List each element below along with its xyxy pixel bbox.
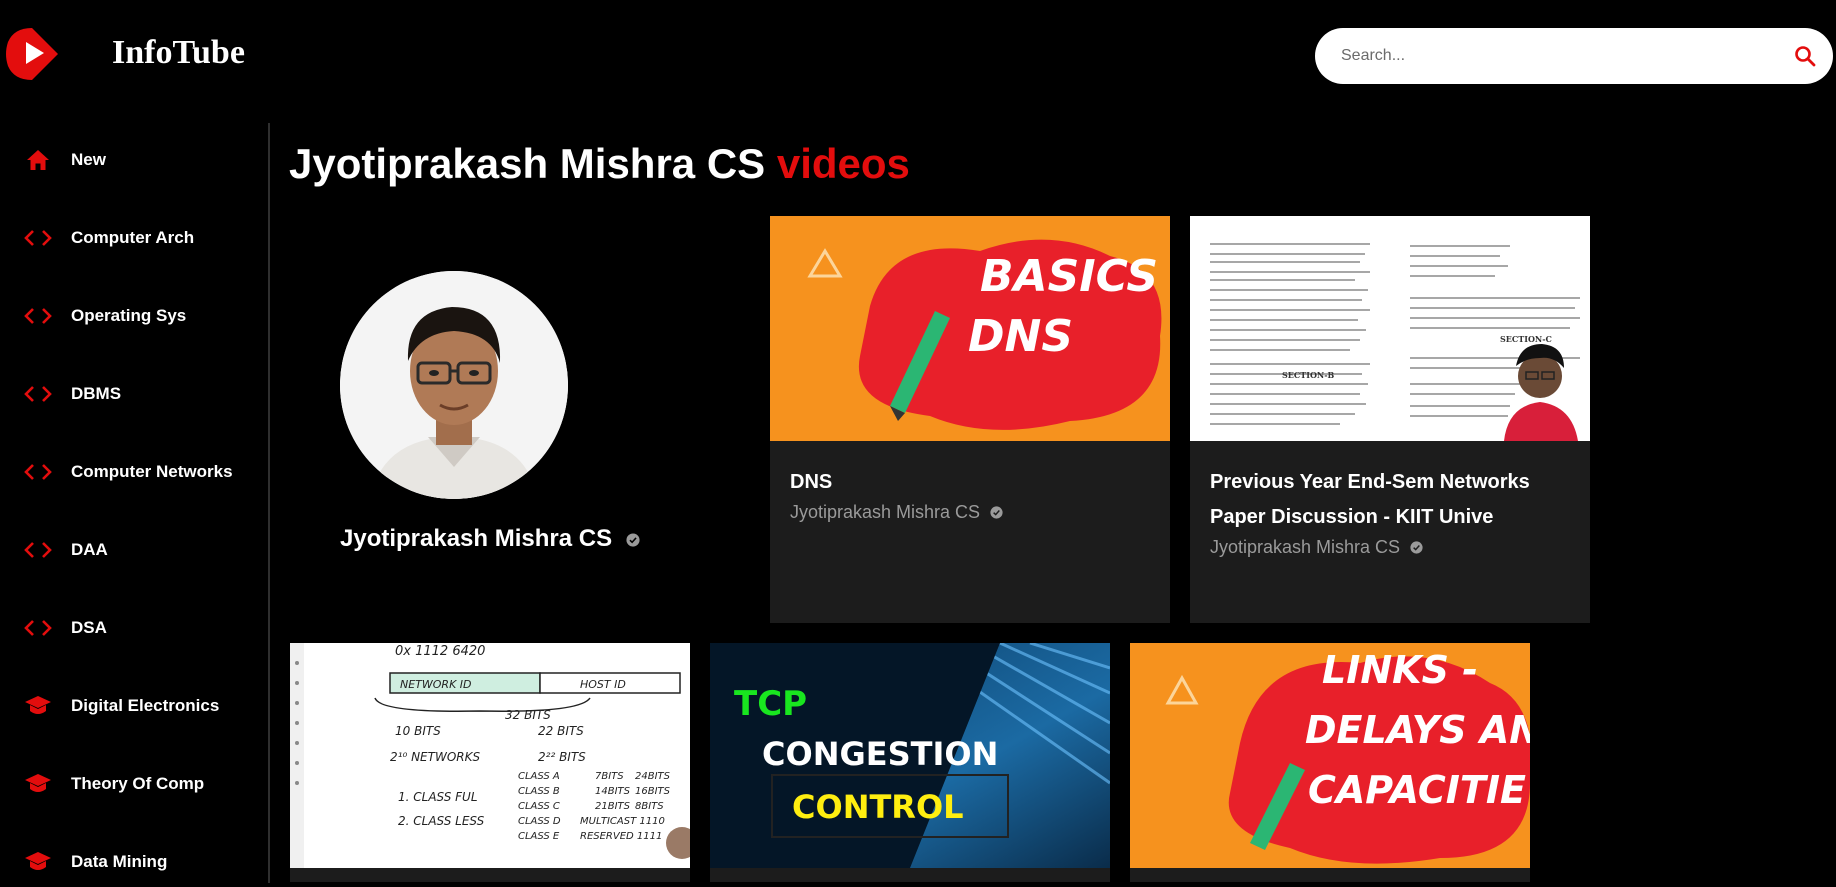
thumb-text: RESERVED 1111 bbox=[580, 831, 662, 842]
home-icon bbox=[24, 146, 52, 174]
sidebar-item-dbms[interactable]: DBMS bbox=[0, 369, 266, 419]
video-card[interactable]: SECTION-C SECTION-B Previous Year End-Se… bbox=[1190, 216, 1590, 623]
thumb-text: NETWORK ID bbox=[400, 678, 472, 691]
thumb-text: 22 BITS bbox=[538, 724, 584, 738]
video-thumbnail[interactable]: TCP CONGESTION CONTROL bbox=[710, 643, 1110, 868]
video-channel[interactable]: Jyotiprakash Mishra CS bbox=[790, 502, 1150, 523]
verified-icon bbox=[1410, 540, 1424, 555]
thumb-text: MULTICAST 1110 bbox=[580, 816, 665, 827]
video-title[interactable]: Previous Year End-Sem Networks Paper Dis… bbox=[1210, 465, 1570, 535]
video-thumbnail[interactable]: SECTION-C SECTION-B bbox=[1190, 216, 1590, 441]
channel-name[interactable]: Jyotiprakash Mishra CS bbox=[340, 525, 640, 553]
thumb-text: TCP bbox=[734, 684, 807, 724]
sidebar-item-new[interactable]: New bbox=[0, 135, 266, 185]
sidebar-item-digital-electronics[interactable]: Digital Electronics bbox=[0, 681, 266, 731]
video-channel-text: Jyotiprakash Mishra CS bbox=[790, 502, 981, 522]
thumb-text: DELAYS AN bbox=[1305, 708, 1530, 752]
sidebar: New Computer Arch Operating Sys DBMS Com… bbox=[0, 123, 270, 883]
thumb-text: CONTROL bbox=[792, 788, 964, 826]
sidebar-item-label: Theory Of Comp bbox=[71, 774, 205, 793]
channel-avatar[interactable] bbox=[340, 271, 568, 499]
brand-name[interactable]: InfoTube bbox=[112, 34, 245, 72]
thumb-text: CLASS A bbox=[518, 771, 560, 782]
sidebar-item-theory-of-comp[interactable]: Theory Of Comp bbox=[0, 759, 266, 809]
verified-icon bbox=[990, 505, 1004, 520]
video-channel-text: Jyotiprakash Mishra CS bbox=[1210, 537, 1401, 557]
thumb-text: SECTION-B bbox=[1282, 370, 1335, 380]
graduation-cap-icon bbox=[24, 770, 52, 798]
thumb-text: 32 BITS bbox=[505, 708, 551, 722]
sidebar-item-label: DBMS bbox=[71, 384, 122, 403]
thumb-text: 2. CLASS LESS bbox=[398, 814, 485, 828]
thumb-text: 1. CLASS FUL bbox=[398, 790, 478, 804]
thumb-text: DNS bbox=[968, 311, 1073, 362]
thumb-text: CLASS B bbox=[518, 786, 560, 797]
thumb-text: CAPACITIE bbox=[1308, 768, 1526, 812]
video-thumbnail[interactable]: 0x 1112 6420 NETWORK ID HOST ID 32 BITS … bbox=[290, 643, 690, 868]
graduation-cap-icon bbox=[24, 848, 52, 876]
thumb-text: CLASS C bbox=[518, 801, 560, 812]
thumb-text: 16BITS bbox=[635, 786, 671, 797]
video-thumbnail[interactable]: BASICS O DNS bbox=[770, 216, 1170, 441]
thumb-text: CLASS E bbox=[518, 831, 560, 842]
video-thumbnail[interactable]: LINKS - DELAYS AN CAPACITIE bbox=[1130, 643, 1530, 868]
code-icon bbox=[24, 458, 52, 486]
page-title-suffix: videos bbox=[776, 140, 910, 187]
thumb-text: 21BITS bbox=[595, 801, 631, 812]
thumb-text: LINKS - bbox=[1322, 648, 1478, 692]
thumb-text: CONGESTION bbox=[762, 735, 998, 773]
video-card[interactable]: 0x 1112 6420 NETWORK ID HOST ID 32 BITS … bbox=[290, 643, 690, 882]
sidebar-item-label: New bbox=[71, 150, 106, 169]
verified-icon bbox=[626, 532, 640, 547]
video-card[interactable]: BASICS O DNS DNS Jyotiprakash Mishra CS bbox=[770, 216, 1170, 623]
code-icon bbox=[24, 614, 52, 642]
video-channel[interactable]: Jyotiprakash Mishra CS bbox=[1210, 537, 1570, 558]
sidebar-item-label: Computer Networks bbox=[71, 462, 233, 481]
video-card[interactable]: TCP CONGESTION CONTROL bbox=[710, 643, 1110, 882]
search-bar bbox=[1315, 28, 1833, 84]
thumb-text: 10 BITS bbox=[395, 724, 441, 738]
thumb-text: SECTION-C bbox=[1500, 334, 1552, 344]
sidebar-item-computer-networks[interactable]: Computer Networks bbox=[0, 447, 266, 497]
sidebar-item-label: DSA bbox=[71, 618, 107, 637]
code-icon bbox=[24, 224, 52, 252]
thumb-text: 0x 1112 6420 bbox=[395, 644, 485, 659]
code-icon bbox=[24, 302, 52, 330]
thumb-text: CLASS D bbox=[518, 816, 561, 827]
thumb-text: 2¹⁰ NETWORKS bbox=[390, 750, 480, 764]
thumb-text: 8BITS bbox=[635, 801, 664, 812]
sidebar-item-operating-sys[interactable]: Operating Sys bbox=[0, 291, 266, 341]
sidebar-item-label: Digital Electronics bbox=[71, 696, 220, 715]
sidebar-item-daa[interactable]: DAA bbox=[0, 525, 266, 575]
thumb-text: BASICS O bbox=[980, 251, 1170, 302]
search-input[interactable] bbox=[1339, 46, 1791, 66]
sidebar-item-computer-arch[interactable]: Computer Arch bbox=[0, 213, 266, 263]
code-icon bbox=[24, 536, 52, 564]
channel-name-text: Jyotiprakash Mishra CS bbox=[340, 525, 613, 552]
video-card[interactable]: LINKS - DELAYS AN CAPACITIE bbox=[1130, 643, 1530, 882]
sidebar-item-label: Computer Arch bbox=[71, 228, 195, 247]
thumb-text: 2²² BITS bbox=[538, 750, 586, 764]
video-title[interactable]: DNS bbox=[790, 465, 1150, 500]
sidebar-item-label: Operating Sys bbox=[71, 306, 187, 325]
infotube-logo-icon[interactable] bbox=[4, 26, 60, 82]
page-title: Jyotiprakash Mishra CS videos bbox=[289, 140, 910, 188]
sidebar-item-data-mining[interactable]: Data Mining bbox=[0, 837, 266, 887]
sidebar-item-label: Data Mining bbox=[71, 852, 168, 871]
thumb-text: 24BITS bbox=[635, 771, 671, 782]
thumb-text: 14BITS bbox=[595, 786, 631, 797]
sidebar-item-dsa[interactable]: DSA bbox=[0, 603, 266, 653]
code-icon bbox=[24, 380, 52, 408]
graduation-cap-icon bbox=[24, 692, 52, 720]
page-title-channel: Jyotiprakash Mishra CS bbox=[289, 140, 766, 187]
thumb-text: HOST ID bbox=[580, 678, 626, 691]
sidebar-item-label: DAA bbox=[71, 540, 108, 559]
search-icon[interactable] bbox=[1791, 42, 1819, 70]
thumb-text: 7BITS bbox=[595, 771, 624, 782]
